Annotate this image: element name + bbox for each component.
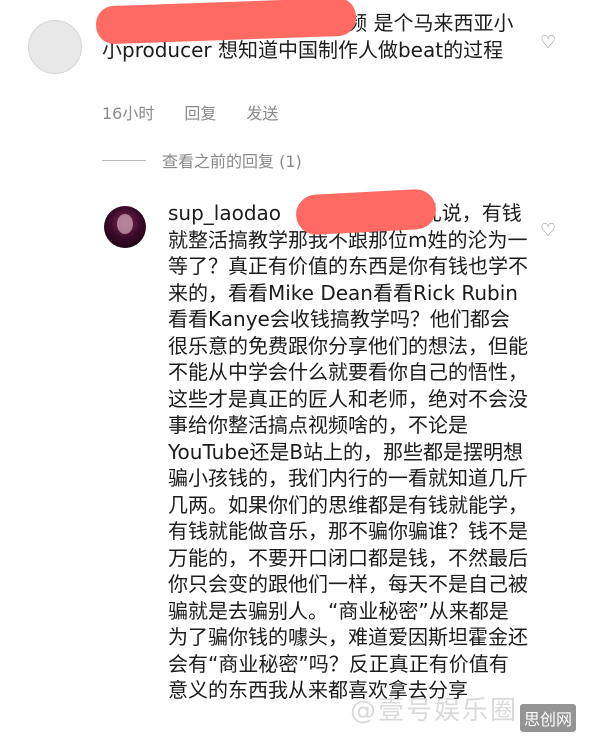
divider-line xyxy=(102,159,146,161)
heart-icon[interactable]: ♡ xyxy=(540,222,558,240)
watermark-badge: 思创网 xyxy=(520,704,577,732)
comment-text: h 别乱说，有钱就整活搞教学那我不跟那位m姓的沦为一等了？真正有价值的东西是你有… xyxy=(168,201,528,702)
watermark: @壹号娱乐圈 xyxy=(350,696,519,726)
avatar[interactable] xyxy=(104,206,146,248)
heart-icon[interactable]: ♡ xyxy=(540,34,558,52)
username[interactable]: sup_laodao xyxy=(168,201,281,225)
timestamp: 16小时 xyxy=(102,104,155,123)
avatar[interactable] xyxy=(28,20,82,74)
view-previous-replies[interactable]: 查看之前的回复 (1) xyxy=(102,148,302,172)
avatar-face xyxy=(117,214,133,234)
comment-meta: 16小时 回复 发送 xyxy=(102,100,278,124)
comment-body: sup_laodao h 别乱说，有钱就整活搞教学那我不跟那位m姓的沦为一等了？… xyxy=(168,200,528,704)
comment-1: 道姐几时可以拍个做beat视频 是个马来西亚小小producer 想知道中国制作… xyxy=(0,0,596,150)
reply-button[interactable]: 回复 xyxy=(184,100,216,124)
view-replies-label: 查看之前的回复 (1) xyxy=(162,152,302,171)
send-button[interactable]: 发送 xyxy=(246,100,278,124)
redaction-mark xyxy=(295,188,437,236)
